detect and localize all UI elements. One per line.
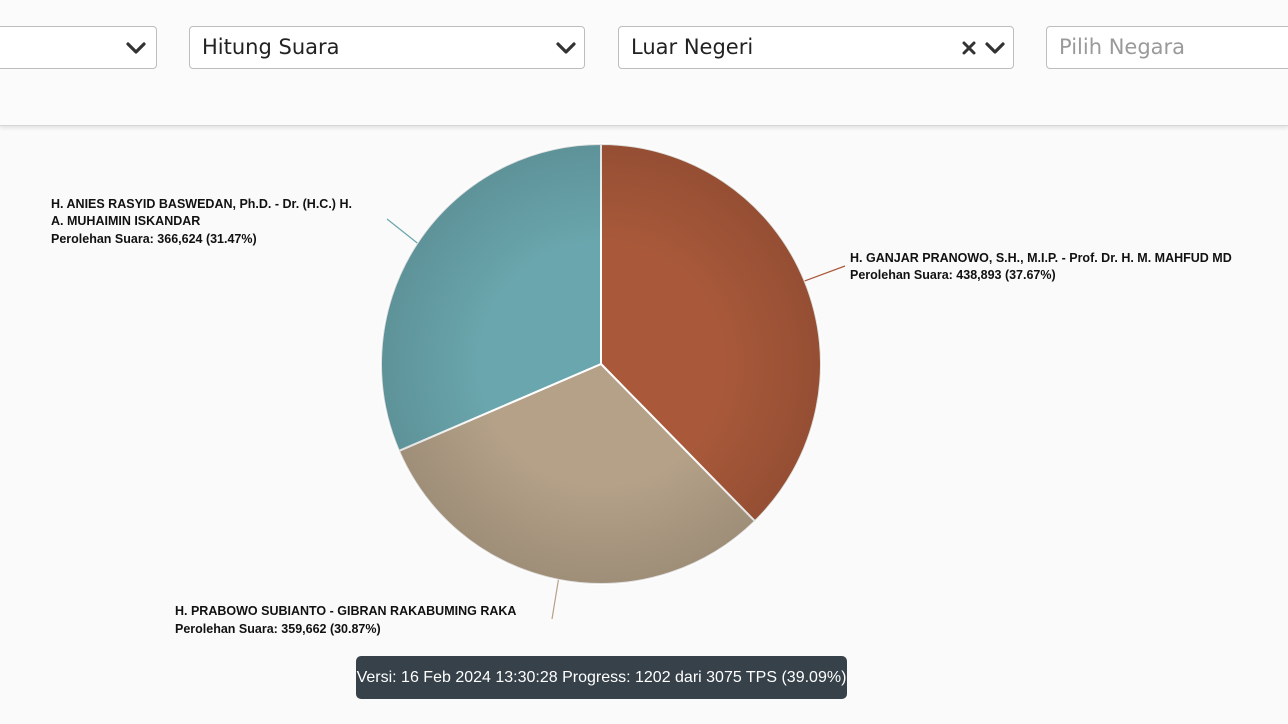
chevron-down-icon xyxy=(126,42,146,54)
filter-select-1[interactable] xyxy=(0,26,157,69)
filter-select-hitung-suara-value: Hitung Suara xyxy=(202,35,340,59)
slice-label-anies: H. ANIES RASYID BASWEDAN, Ph.D. - Dr. (H… xyxy=(51,197,352,211)
filter-select-hitung-suara[interactable]: Hitung Suara xyxy=(189,26,585,69)
vote-pie-chart: H. GANJAR PRANOWO, S.H., M.I.P. - Prof. … xyxy=(51,142,1232,636)
leader-line-ganjar xyxy=(804,265,846,282)
filter-select-negara[interactable]: Pilih Negara xyxy=(1046,26,1288,69)
slice-value-prabowo: Perolehan Suara: 359,662 (30.87%) xyxy=(175,622,381,636)
slice-label-prabowo: H. PRABOWO SUBIANTO - GIBRAN RAKABUMING … xyxy=(175,604,516,618)
status-progress-bar: Versi: 16 Feb 2024 13:30:28 Progress: 12… xyxy=(356,656,847,699)
close-icon[interactable] xyxy=(960,39,978,57)
filter-select-luar-negeri[interactable]: Luar Negeri xyxy=(618,26,1014,69)
chevron-down-icon xyxy=(985,42,1005,54)
slice-value-ganjar: Perolehan Suara: 438,893 (37.67%) xyxy=(850,268,1056,282)
chevron-down-icon xyxy=(556,42,576,54)
leader-line-prabowo xyxy=(551,579,559,620)
leader-line-anies xyxy=(386,218,418,244)
filter-select-luar-negeri-value: Luar Negeri xyxy=(631,35,754,59)
slice-label-ganjar: H. GANJAR PRANOWO, S.H., M.I.P. - Prof. … xyxy=(850,251,1232,265)
filter-select-negara-placeholder: Pilih Negara xyxy=(1059,35,1186,59)
slice-value-anies: Perolehan Suara: 366,624 (31.47%) xyxy=(51,232,257,246)
filter-bar: Hitung Suara Luar Negeri Pilih Negara xyxy=(0,0,1288,126)
slice-label-anies-line2: A. MUHAIMIN ISKANDAR xyxy=(51,214,200,228)
